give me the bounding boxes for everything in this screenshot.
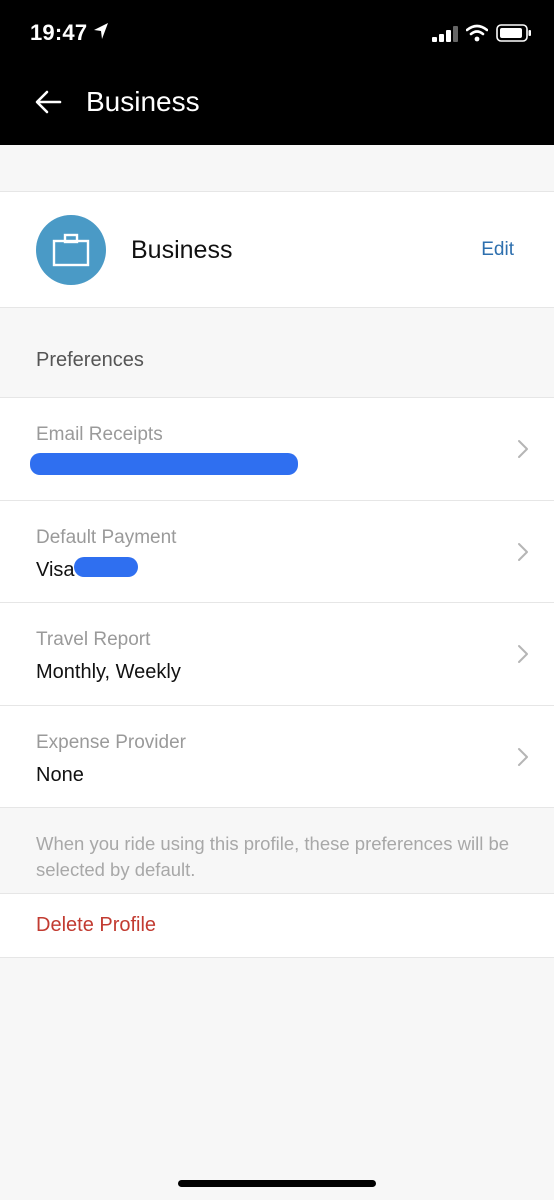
wifi-icon <box>466 24 488 42</box>
redaction-mark <box>30 453 298 475</box>
default-payment-row[interactable]: Default Payment Visa <box>0 501 554 603</box>
row-label: Email Receipts <box>36 424 163 445</box>
page-title: Business <box>86 86 200 117</box>
chevron-right-icon <box>518 440 528 458</box>
redaction-mark <box>74 556 138 577</box>
row-value: Monthly, Weekly <box>36 661 181 683</box>
profile-card: Business Edit <box>0 191 554 308</box>
battery-icon <box>496 24 531 42</box>
chevron-right-icon <box>518 542 528 561</box>
chevron-right-icon <box>518 645 528 663</box>
row-label: Expense Provider <box>36 731 186 753</box>
home-indicator[interactable] <box>178 1180 376 1187</box>
nav-bar: Business <box>0 60 554 145</box>
row-value: Visa <box>36 558 75 581</box>
edit-button[interactable]: Edit <box>481 239 514 261</box>
profile-avatar <box>36 215 106 285</box>
preferences-section-title: Preferences <box>36 349 144 371</box>
status-time: 19:47 <box>30 20 88 45</box>
location-arrow-icon <box>94 23 108 39</box>
row-label: Default Payment <box>36 526 177 548</box>
preferences-list: Email Receipts Default Payment Visa Trav… <box>0 397 554 808</box>
preferences-footer-note: When you ride using this profile, these … <box>36 833 510 880</box>
status-bar: 19:47 <box>0 0 554 60</box>
row-label: Travel Report <box>36 629 151 650</box>
chevron-right-icon <box>518 747 528 766</box>
expense-provider-row[interactable]: Expense Provider None <box>0 706 554 808</box>
briefcase-icon <box>52 233 90 267</box>
row-value: None <box>36 763 84 786</box>
profile-name: Business <box>131 236 233 264</box>
cellular-signal-icon <box>432 26 458 42</box>
delete-profile-button[interactable]: Delete Profile <box>36 914 156 937</box>
delete-profile-row[interactable]: Delete Profile <box>0 893 554 958</box>
back-arrow-icon[interactable] <box>30 84 66 120</box>
email-receipts-row[interactable]: Email Receipts <box>0 398 554 501</box>
travel-report-row[interactable]: Travel Report Monthly, Weekly <box>0 603 554 706</box>
